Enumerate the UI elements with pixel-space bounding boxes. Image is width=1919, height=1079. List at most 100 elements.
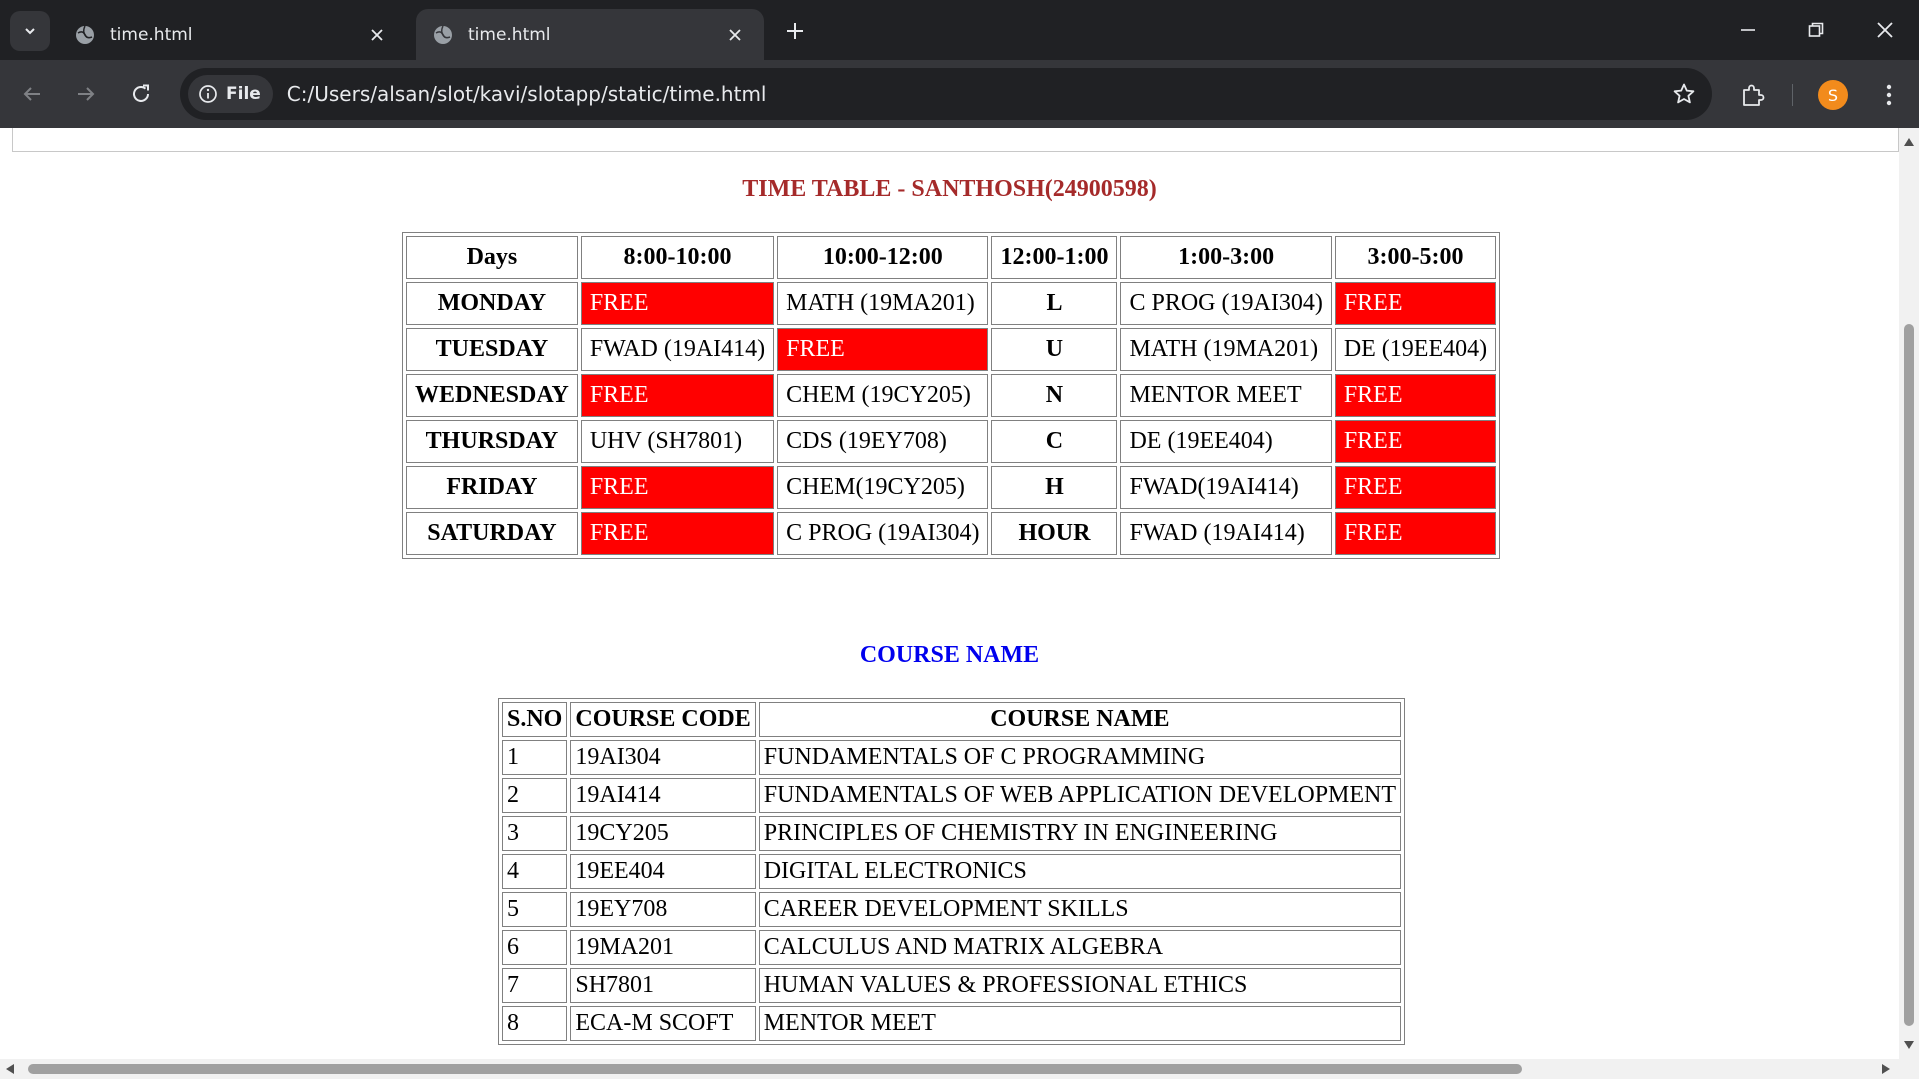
tab-close-button[interactable]: [722, 22, 748, 48]
course-code-cell: SH7801: [570, 968, 756, 1003]
free-slot-cell: FREE: [777, 328, 989, 371]
free-slot-cell: FREE: [1334, 420, 1497, 463]
sno-cell: 8: [502, 1006, 568, 1041]
course-name-cell: DIGITAL ELECTRONICS: [758, 854, 1402, 889]
scroll-left-arrow[interactable]: [4, 1063, 16, 1075]
sno-cell: 5: [502, 892, 568, 927]
header-slot-4: 3:00-5:00: [1334, 236, 1497, 279]
close-window-button[interactable]: [1860, 8, 1910, 52]
browser-menu-button[interactable]: [1874, 80, 1904, 110]
chevron-down-icon: [25, 28, 35, 35]
tab-search-button[interactable]: [10, 11, 50, 51]
free-slot-cell: FREE: [1334, 282, 1497, 325]
course-name-cell: CALCULUS AND MATRIX ALGEBRA: [758, 930, 1402, 965]
free-slot-cell: FREE: [580, 512, 775, 555]
day-cell: SATURDAY: [406, 512, 578, 555]
sno-cell: 2: [502, 778, 568, 813]
scheme-label: File: [226, 84, 261, 104]
reload-button[interactable]: [121, 74, 161, 114]
scroll-right-arrow[interactable]: [1880, 1063, 1892, 1075]
course-code-cell: 19EE404: [570, 854, 756, 889]
lunch-cell: C: [991, 420, 1118, 463]
extensions-button[interactable]: [1736, 78, 1770, 112]
url-text[interactable]: C:/Users/alsan/slot/kavi/slotapp/static/…: [287, 82, 767, 106]
back-button[interactable]: [12, 74, 52, 114]
profile-avatar[interactable]: S: [1818, 80, 1848, 110]
slot-cell: C PROG (19AI304): [1120, 282, 1332, 325]
slot-cell: MENTOR MEET: [1120, 374, 1332, 417]
new-tab-button[interactable]: [780, 16, 810, 46]
header-course-code: COURSE CODE: [570, 702, 756, 737]
timetable-row: SATURDAY FREE C PROG (19AI304) HOUR FWAD…: [406, 512, 1497, 555]
header-slot-1: 8:00-10:00: [580, 236, 775, 279]
free-slot-cell: FREE: [580, 282, 775, 325]
sno-cell: 4: [502, 854, 568, 889]
day-cell: THURSDAY: [406, 420, 578, 463]
tab-close-button[interactable]: [364, 22, 390, 48]
close-icon: [371, 28, 383, 41]
slot-cell: CDS (19EY708): [777, 420, 989, 463]
course-name-cell: MENTOR MEET: [758, 1006, 1402, 1041]
course-row: 3 19CY205 PRINCIPLES OF CHEMISTRY IN ENG…: [502, 816, 1402, 851]
course-row: 8 ECA-M SCOFT MENTOR MEET: [502, 1006, 1402, 1041]
slot-cell: CHEM (19CY205): [777, 374, 989, 417]
globe-icon: [434, 25, 452, 44]
day-cell: FRIDAY: [406, 466, 578, 509]
timetable-row: TUESDAY FWAD (19AI414) FREE U MATH (19MA…: [406, 328, 1497, 371]
tab-2-active[interactable]: time.html: [416, 9, 764, 60]
bookmark-button[interactable]: [1670, 80, 1698, 108]
vertical-scroll-thumb[interactable]: [1904, 324, 1914, 1026]
forward-button[interactable]: [66, 74, 106, 114]
slot-cell: DE (19EE404): [1334, 328, 1497, 371]
address-bar[interactable]: File C:/Users/alsan/slot/kavi/slotapp/st…: [180, 68, 1712, 120]
slot-cell: FWAD (19AI414): [1120, 512, 1332, 555]
course-name-cell: FUNDAMENTALS OF WEB APPLICATION DEVELOPM…: [758, 778, 1402, 813]
course-table: S.NO COURSE CODE COURSE NAME 1 19AI304 F…: [498, 698, 1406, 1045]
free-slot-cell: FREE: [1334, 512, 1497, 555]
slot-cell: MATH (19MA201): [1120, 328, 1332, 371]
scroll-down-arrow[interactable]: [1903, 1039, 1915, 1051]
course-row: 7 SH7801 HUMAN VALUES & PROFESSIONAL ETH…: [502, 968, 1402, 1003]
more-vertical-icon: [1886, 84, 1892, 106]
course-header-row: S.NO COURSE CODE COURSE NAME: [502, 702, 1402, 737]
page-viewport: TIME TABLE - SANTHOSH(24900598) Days 8:0…: [0, 128, 1899, 1059]
timetable: Days 8:00-10:00 10:00-12:00 12:00-1:00 1…: [402, 232, 1501, 559]
minimize-button[interactable]: [1723, 8, 1773, 52]
lunch-cell: N: [991, 374, 1118, 417]
course-code-cell: 19AI304: [570, 740, 756, 775]
reload-icon: [133, 84, 149, 102]
minimize-icon: [1741, 29, 1755, 31]
course-code-cell: 19AI414: [570, 778, 756, 813]
free-slot-cell: FREE: [1334, 374, 1497, 417]
browser-toolbar: File C:/Users/alsan/slot/kavi/slotapp/st…: [0, 60, 1919, 128]
timetable-row: FRIDAY FREE CHEM(19CY205) H FWAD(19AI414…: [406, 466, 1497, 509]
slot-cell: DE (19EE404): [1120, 420, 1332, 463]
triangle-right-icon: [1882, 1064, 1890, 1074]
sno-cell: 1: [502, 740, 568, 775]
lunch-cell: H: [991, 466, 1118, 509]
scroll-up-arrow[interactable]: [1903, 136, 1915, 148]
lunch-cell: HOUR: [991, 512, 1118, 555]
info-icon: [199, 85, 217, 103]
tab-strip: time.html time.html: [0, 0, 1919, 60]
tab-1[interactable]: time.html: [58, 9, 406, 60]
timetable-row: WEDNESDAY FREE CHEM (19CY205) N MENTOR M…: [406, 374, 1497, 417]
horizontal-scroll-thumb[interactable]: [28, 1064, 1522, 1074]
tab-title: time.html: [468, 24, 551, 45]
close-icon: [1877, 22, 1893, 38]
triangle-left-icon: [6, 1064, 14, 1074]
course-row: 2 19AI414 FUNDAMENTALS OF WEB APPLICATIO…: [502, 778, 1402, 813]
arrow-left-icon: [23, 87, 40, 101]
timetable-header-row: Days 8:00-10:00 10:00-12:00 12:00-1:00 1…: [406, 236, 1497, 279]
vertical-scrollbar[interactable]: [1899, 128, 1919, 1059]
sno-cell: 3: [502, 816, 568, 851]
course-name-title: COURSE NAME: [859, 642, 1040, 668]
horizontal-scrollbar[interactable]: [0, 1059, 1899, 1079]
restore-button[interactable]: [1791, 8, 1841, 52]
site-info-chip[interactable]: File: [188, 75, 273, 113]
header-course-name: COURSE NAME: [758, 702, 1402, 737]
course-code-cell: 19MA201: [570, 930, 756, 965]
lunch-cell: L: [991, 282, 1118, 325]
day-cell: TUESDAY: [406, 328, 578, 371]
triangle-up-icon: [1904, 138, 1914, 146]
